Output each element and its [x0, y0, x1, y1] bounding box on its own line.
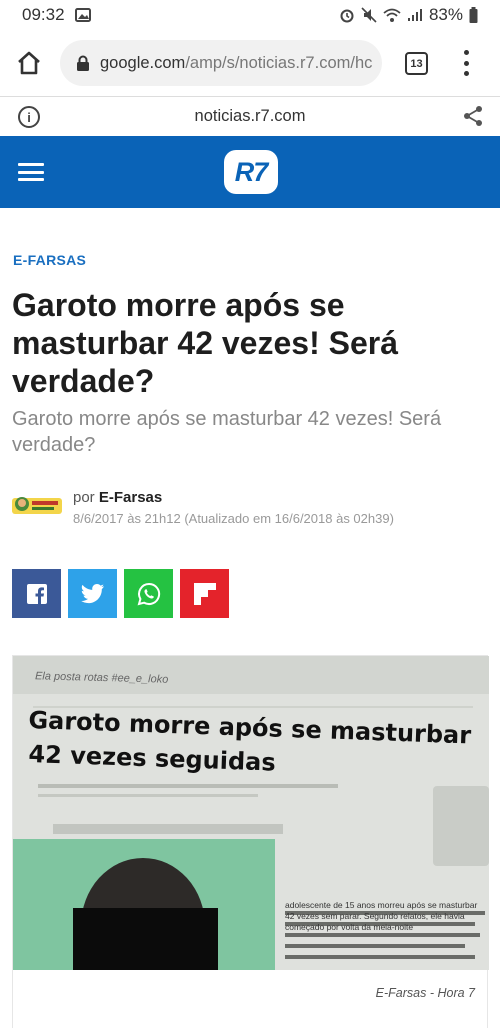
twitter-icon — [80, 583, 104, 603]
status-time: 09:32 — [22, 5, 65, 24]
wifi-icon — [383, 7, 401, 23]
status-bar: 09:32 83% — [0, 0, 500, 30]
facebook-share-button[interactable] — [12, 569, 61, 618]
overflow-menu-icon[interactable] — [458, 50, 474, 76]
article-date: 8/6/2017 às 21h12 (Atualizado em 16/6/20… — [73, 511, 394, 526]
article-category[interactable]: E-FARSAS — [13, 252, 86, 268]
author-prefix: por — [73, 489, 95, 506]
amp-domain: noticias.r7.com — [194, 107, 306, 125]
author-name[interactable]: E-Farsas — [99, 489, 162, 506]
article-figure: Ela posta rotas #ee_e_loko Garoto morre … — [12, 655, 489, 1028]
battery-icon — [469, 7, 478, 23]
author-byline: por E-Farsas 8/6/2017 às 21h12 (Atualiza… — [12, 487, 488, 531]
url-host: google.com — [100, 53, 186, 72]
twitter-share-button[interactable] — [68, 569, 117, 618]
photo-caption: E-Farsas - Hora 7 — [375, 986, 475, 1000]
mute-icon — [361, 7, 377, 23]
lock-icon — [77, 55, 89, 71]
signal-icon — [407, 8, 423, 22]
image-notification-icon — [74, 8, 91, 22]
article-headline: Garoto morre após se masturbar 42 vezes!… — [12, 287, 398, 399]
flipboard-share-button[interactable] — [180, 569, 229, 618]
url-path: /amp/s/noticias.r7.com/hc — [185, 53, 373, 72]
logo-text: R7 — [234, 156, 269, 187]
whatsapp-icon — [137, 582, 160, 605]
url-bar[interactable]: google.com/amp/s/noticias.r7.com/hc — [60, 40, 382, 86]
browser-toolbar: google.com/amp/s/noticias.r7.com/hc 13 — [0, 30, 500, 96]
url-text: google.com/amp/s/noticias.r7.com/hc — [100, 54, 372, 73]
hamburger-menu-icon[interactable] — [18, 163, 44, 181]
author-line: por E-Farsas — [73, 489, 162, 506]
flipboard-icon — [193, 582, 216, 605]
facebook-icon — [26, 583, 47, 604]
home-button[interactable] — [16, 50, 42, 76]
author-avatar — [12, 492, 62, 520]
info-icon[interactable]: i — [18, 106, 40, 128]
article-subheadline: Garoto morre após se masturbar 42 vezes!… — [12, 408, 442, 456]
amp-header: i noticias.r7.com — [0, 96, 500, 136]
site-header: R7 — [0, 136, 500, 208]
home-icon — [18, 51, 40, 75]
alarm-icon — [339, 7, 355, 23]
photo-side-text: adolescente de 15 anos morreu após se ma… — [285, 900, 478, 932]
whatsapp-share-button[interactable] — [124, 569, 173, 618]
tab-switcher-button[interactable]: 13 — [405, 52, 428, 75]
r7-logo[interactable]: R7 — [224, 150, 278, 194]
article-photo[interactable]: Ela posta rotas #ee_e_loko Garoto morre … — [13, 656, 489, 970]
share-icon[interactable] — [462, 105, 484, 127]
battery-percent: 83% — [428, 5, 463, 24]
share-buttons — [12, 569, 229, 618]
